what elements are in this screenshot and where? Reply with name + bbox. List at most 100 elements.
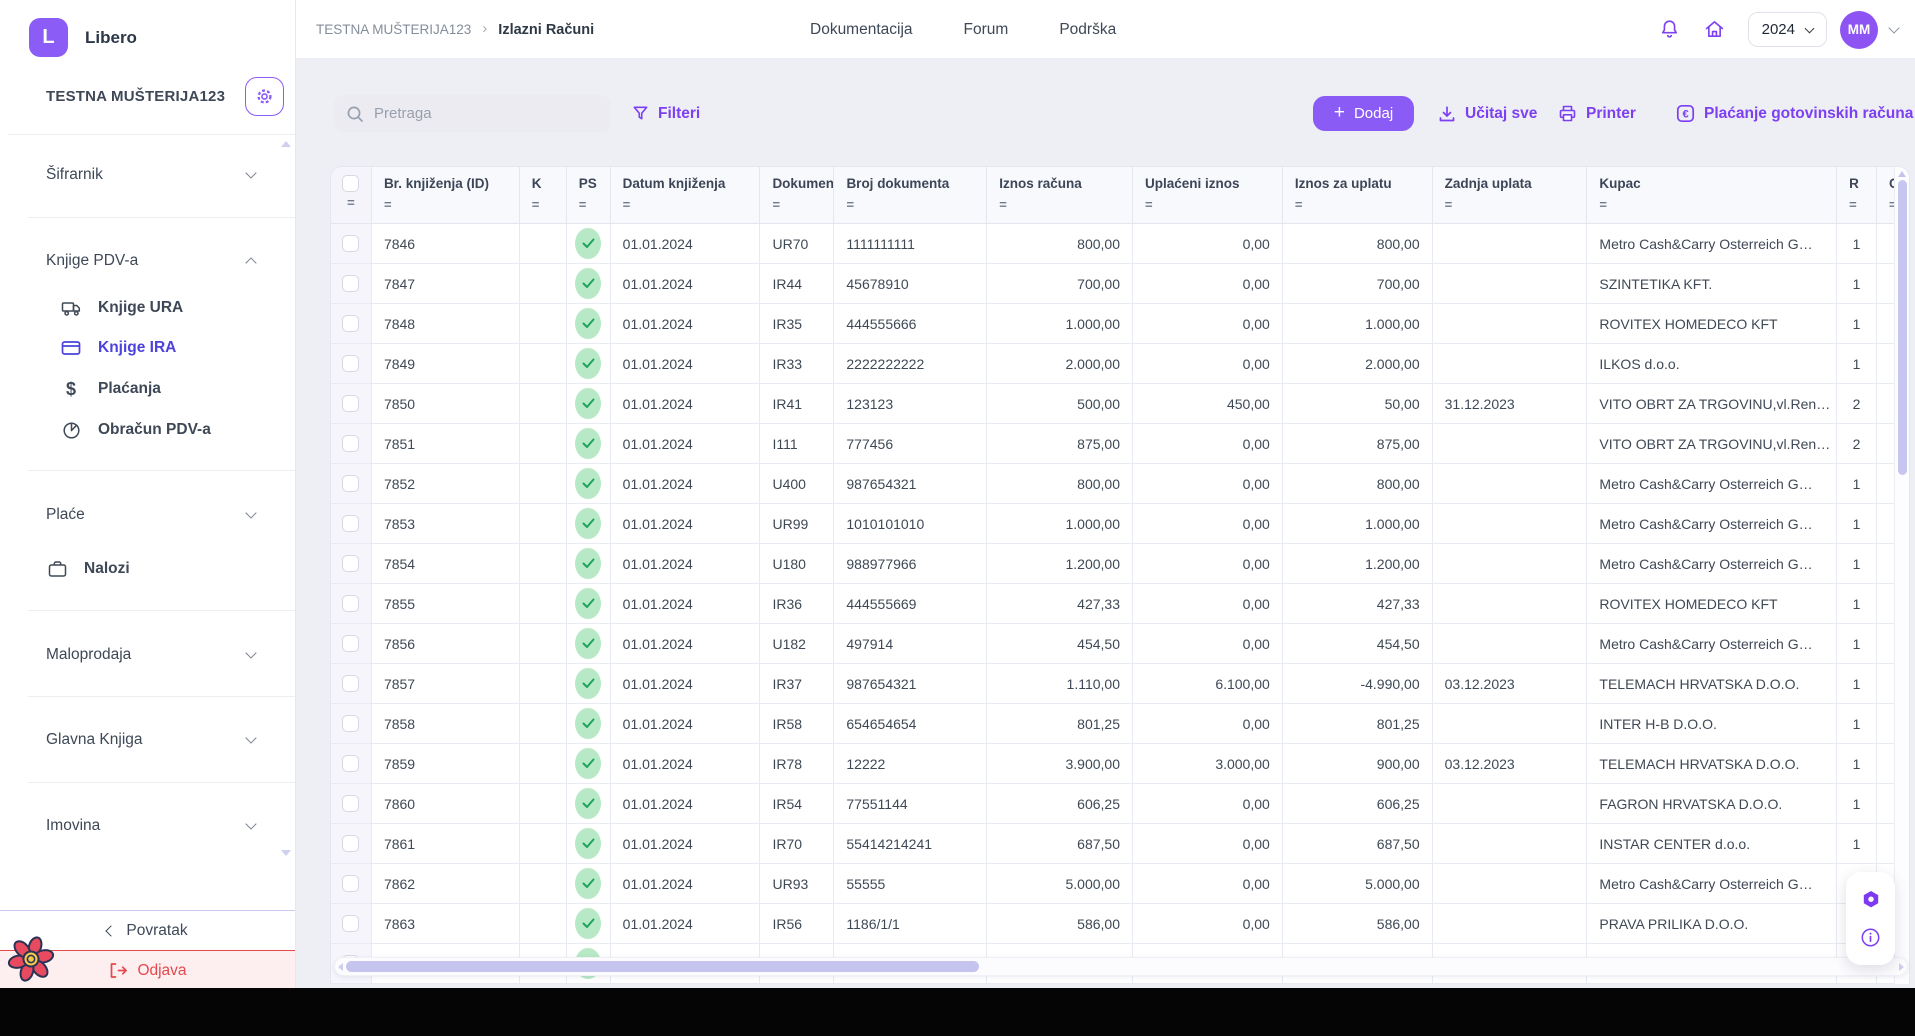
breadcrumb-company[interactable]: TESTNA MUŠTERIJA123 xyxy=(316,22,471,37)
table-row[interactable]: 786101.01.2024IR7055414214241687,500,006… xyxy=(331,824,1909,864)
filter-operator[interactable]: = xyxy=(846,197,854,212)
nav-dokumentacija[interactable]: Dokumentacija xyxy=(810,21,913,39)
sidebar-group-imovina[interactable]: Imovina xyxy=(46,803,255,849)
scroll-down-arrow-icon[interactable] xyxy=(281,850,291,856)
col-header-zadnja-uplata[interactable]: Zadnja uplata= xyxy=(1433,167,1588,223)
year-select[interactable]: 2024 xyxy=(1748,12,1827,47)
table-row[interactable]: 784601.01.2024UR701111111111800,000,0080… xyxy=(331,224,1909,264)
row-checkbox[interactable] xyxy=(342,475,359,492)
sidebar-group-place[interactable]: Plaće xyxy=(46,492,255,538)
table-row[interactable]: 786201.01.2024UR93555555.000,000,005.000… xyxy=(331,864,1909,904)
row-checkbox[interactable] xyxy=(342,435,359,452)
row-checkbox[interactable] xyxy=(342,235,359,252)
filter-operator[interactable]: = xyxy=(1599,197,1607,212)
notifications-bell-icon[interactable] xyxy=(1658,18,1681,41)
vertical-scrollbar[interactable] xyxy=(1894,167,1909,984)
table-row[interactable]: 785001.01.2024IR41123123500,00450,0050,0… xyxy=(331,384,1909,424)
search-input[interactable] xyxy=(374,105,599,122)
row-checkbox[interactable] xyxy=(342,275,359,292)
row-checkbox[interactable] xyxy=(342,315,359,332)
row-checkbox[interactable] xyxy=(342,875,359,892)
load-all-button[interactable]: Učitaj sve xyxy=(1438,96,1537,131)
filter-operator[interactable]: = xyxy=(532,197,540,212)
row-checkbox[interactable] xyxy=(342,795,359,812)
row-checkbox[interactable] xyxy=(342,715,359,732)
col-header-ps[interactable]: PS= xyxy=(567,167,611,223)
table-row[interactable]: 785401.01.2024U1809889779661.200,000,001… xyxy=(331,544,1909,584)
horizontal-scrollbar-thumb[interactable] xyxy=(346,961,979,972)
app-logo[interactable]: L Libero xyxy=(29,18,137,57)
user-menu-chevron-icon[interactable] xyxy=(1888,22,1899,33)
filter-operator[interactable]: = xyxy=(1445,197,1453,212)
table-row[interactable]: 786001.01.2024IR5477551144606,250,00606,… xyxy=(331,784,1909,824)
sidebar-item-knjige-ura[interactable]: Knjige URA xyxy=(60,288,275,328)
row-checkbox[interactable] xyxy=(342,635,359,652)
row-checkbox[interactable] xyxy=(342,555,359,572)
filter-operator[interactable]: = xyxy=(772,197,780,212)
table-row[interactable]: 786301.01.2024IR561186/1/1586,000,00586,… xyxy=(331,904,1909,944)
select-all-checkbox[interactable] xyxy=(342,175,359,192)
row-checkbox[interactable] xyxy=(342,395,359,412)
col-header-dokument[interactable]: Dokument= xyxy=(760,167,834,223)
sidebar-group-glavna-knjiga[interactable]: Glavna Knjiga xyxy=(46,717,255,763)
col-header-broj-dokumenta[interactable]: Broj dokumenta= xyxy=(834,167,987,223)
table-row[interactable]: 785601.01.2024U182497914454,500,00454,50… xyxy=(331,624,1909,664)
scroll-up-arrow-icon[interactable] xyxy=(1898,171,1906,177)
table-row[interactable]: 785201.01.2024U400987654321800,000,00800… xyxy=(331,464,1909,504)
table-row[interactable]: 785901.01.2024IR78122223.900,003.000,009… xyxy=(331,744,1909,784)
company-settings-button[interactable] xyxy=(245,77,284,116)
row-checkbox[interactable] xyxy=(342,595,359,612)
add-button[interactable]: + Dodaj xyxy=(1313,96,1414,131)
col-header-iznos-za-uplatu[interactable]: Iznos za uplatu= xyxy=(1283,167,1433,223)
settings-hexagon-icon[interactable] xyxy=(1860,889,1882,911)
sidebar-item-obracun-pdva[interactable]: Obračun PDV-a xyxy=(60,410,275,450)
filter-operator[interactable]: = xyxy=(579,197,587,212)
filters-button[interactable]: Filteri xyxy=(632,95,700,132)
filter-operator[interactable]: = xyxy=(347,195,355,210)
table-row[interactable]: 784801.01.2024IR354445556661.000,000,001… xyxy=(331,304,1909,344)
filter-operator[interactable]: = xyxy=(1295,197,1303,212)
nav-podrska[interactable]: Podrška xyxy=(1059,21,1116,39)
row-checkbox[interactable] xyxy=(342,355,359,372)
row-checkbox[interactable] xyxy=(342,515,359,532)
filter-operator[interactable]: = xyxy=(1145,197,1153,212)
col-header-uplaceni-iznos[interactable]: Uplaćeni iznos= xyxy=(1133,167,1283,223)
scroll-up-arrow-icon[interactable] xyxy=(281,141,291,147)
cash-payment-button[interactable]: € Plaćanje gotovinskih računa xyxy=(1676,96,1913,131)
filter-operator[interactable]: = xyxy=(1849,197,1857,212)
row-checkbox[interactable] xyxy=(342,915,359,932)
filter-operator[interactable]: = xyxy=(999,197,1007,212)
table-row[interactable]: 785801.01.2024IR58654654654801,250,00801… xyxy=(331,704,1909,744)
filter-operator[interactable]: = xyxy=(623,197,631,212)
col-header-kupac[interactable]: Kupac= xyxy=(1587,167,1837,223)
row-checkbox[interactable] xyxy=(342,675,359,692)
table-row[interactable]: 784901.01.2024IR3322222222222.000,000,00… xyxy=(331,344,1909,384)
table-row[interactable]: 784701.01.2024IR4445678910700,000,00700,… xyxy=(331,264,1909,304)
sidebar-group-knjige-pdva[interactable]: Knjige PDV-a xyxy=(46,238,255,284)
col-header-k[interactable]: K= xyxy=(520,167,567,223)
scroll-left-arrow-icon[interactable] xyxy=(338,963,343,971)
sidebar-item-nalozi[interactable]: Nalozi xyxy=(46,549,275,589)
table-row[interactable]: 785101.01.2024I111777456875,000,00875,00… xyxy=(331,424,1909,464)
filter-operator[interactable]: = xyxy=(384,197,392,212)
info-icon[interactable] xyxy=(1860,927,1881,948)
row-checkbox[interactable] xyxy=(342,835,359,852)
sidebar-group-maloprodaja[interactable]: Maloprodaja xyxy=(46,632,255,678)
col-header-r[interactable]: R= xyxy=(1837,167,1877,223)
home-icon[interactable] xyxy=(1703,18,1726,41)
user-avatar[interactable]: MM xyxy=(1840,11,1878,49)
printer-button[interactable]: Printer xyxy=(1558,96,1636,131)
vertical-scrollbar-thumb[interactable] xyxy=(1898,180,1907,475)
scroll-right-arrow-icon[interactable] xyxy=(1899,963,1904,971)
sidebar-group-sifrarnik[interactable]: Šifrarnik xyxy=(46,152,255,198)
table-row[interactable]: 785701.01.2024IR379876543211.110,006.100… xyxy=(331,664,1909,704)
select-all-header[interactable]: = xyxy=(331,167,372,223)
sidebar-item-knjige-ira[interactable]: Knjige IRA xyxy=(60,328,275,368)
horizontal-scrollbar[interactable] xyxy=(334,957,1908,976)
col-header-id[interactable]: Br. knjiženja (ID)= xyxy=(372,167,520,223)
col-header-iznos-racuna[interactable]: Iznos računa= xyxy=(987,167,1133,223)
col-header-datum-knjizenja[interactable]: Datum knjiženja= xyxy=(611,167,761,223)
row-checkbox[interactable] xyxy=(342,755,359,772)
table-row[interactable]: 785301.01.2024UR9910101010101.000,000,00… xyxy=(331,504,1909,544)
table-row[interactable]: 785501.01.2024IR36444555669427,330,00427… xyxy=(331,584,1909,624)
